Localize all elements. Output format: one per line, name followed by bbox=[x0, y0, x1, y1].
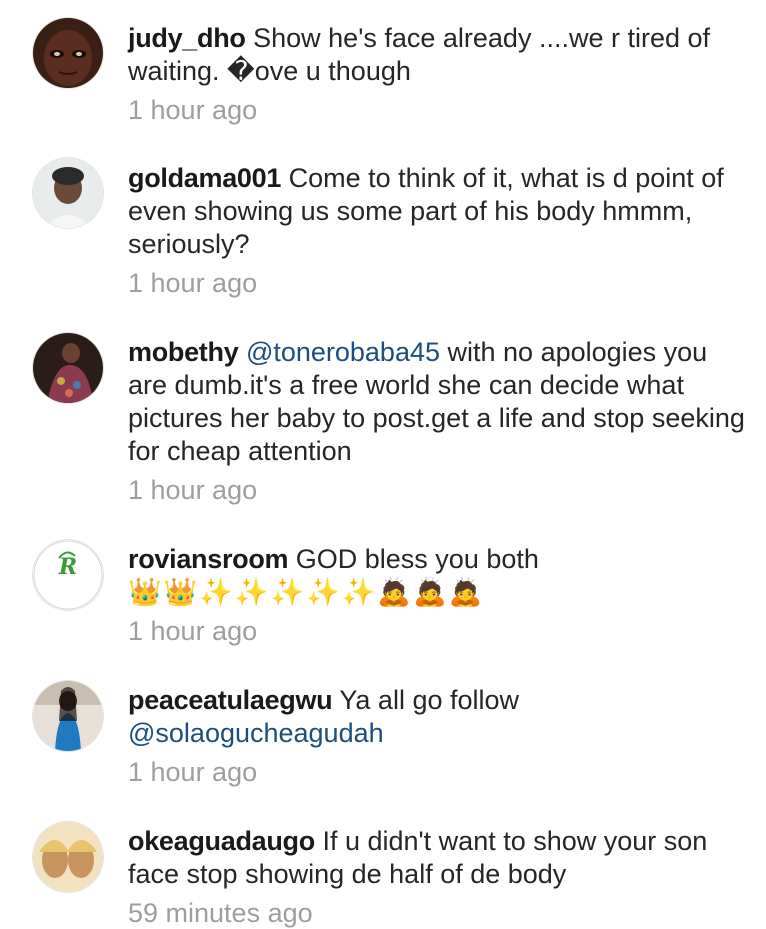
comment-text: peaceatulaegwu Ya all go follow bbox=[128, 684, 748, 717]
avatar[interactable] bbox=[33, 333, 103, 403]
timestamp: 1 hour ago bbox=[128, 616, 258, 646]
mention-link[interactable]: @solaogucheagudah bbox=[128, 717, 748, 750]
emoji-row: 👑👑✨✨✨✨✨🙇🙇🙇 bbox=[128, 577, 485, 608]
comment-message: Ya all go follow bbox=[339, 685, 520, 715]
comment-message: GOD bless you both bbox=[295, 544, 539, 574]
timestamp: 59 minutes ago bbox=[128, 898, 313, 928]
avatar[interactable] bbox=[33, 18, 103, 88]
username-link[interactable]: roviansroom bbox=[128, 544, 289, 574]
comment-text: roviansroom GOD bless you both bbox=[128, 543, 748, 576]
avatar[interactable] bbox=[33, 158, 103, 228]
username-link[interactable]: mobethy bbox=[128, 337, 239, 367]
svg-text:R: R bbox=[58, 554, 77, 580]
timestamp: 1 hour ago bbox=[128, 757, 258, 787]
comment-text: goldama001 Come to think of it, what is … bbox=[128, 162, 748, 261]
comment-text: mobethy @tonerobaba45 with no apologies … bbox=[128, 336, 748, 468]
avatar[interactable]: R bbox=[33, 540, 103, 610]
avatar[interactable] bbox=[33, 681, 103, 751]
username-link[interactable]: peaceatulaegwu bbox=[128, 685, 333, 715]
timestamp: 1 hour ago bbox=[128, 475, 258, 505]
timestamp: 1 hour ago bbox=[128, 95, 258, 125]
comment-text: judy_dho Show he's face already ....we r… bbox=[128, 22, 748, 88]
avatar[interactable] bbox=[33, 822, 103, 892]
timestamp: 1 hour ago bbox=[128, 268, 258, 298]
comment-text: okeaguadaugo If u didn't want to show yo… bbox=[128, 825, 748, 891]
mention-link[interactable]: @tonerobaba45 bbox=[246, 337, 440, 367]
username-link[interactable]: goldama001 bbox=[128, 163, 281, 193]
username-link[interactable]: judy_dho bbox=[128, 23, 246, 53]
username-link[interactable]: okeaguadaugo bbox=[128, 826, 315, 856]
